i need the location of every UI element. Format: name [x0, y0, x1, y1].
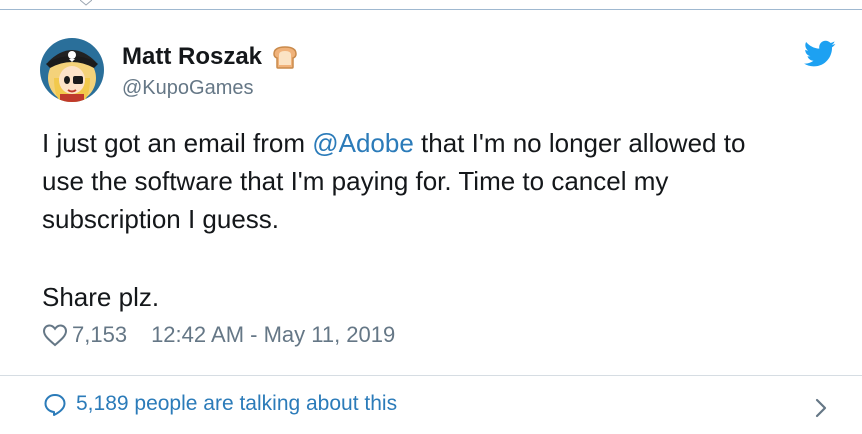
speech-bubble-icon — [44, 394, 66, 416]
tweet-text-line: subscription I guess. — [42, 204, 280, 234]
author-display-name[interactable]: Matt Roszak — [122, 43, 262, 71]
bread-icon — [273, 46, 297, 69]
like-count[interactable]: 7,153 — [72, 322, 127, 348]
pirate-avatar-icon — [40, 38, 104, 102]
author-name-row[interactable]: Matt Roszak — [122, 43, 300, 71]
conversation-count-text[interactable]: 5,189 people are talking about this — [76, 392, 397, 416]
tweet-text-segment: I just got an email from — [42, 128, 313, 158]
heart-outline-icon[interactable] — [42, 323, 68, 347]
author-handle[interactable]: @KupoGames — [122, 77, 253, 100]
tweet-text-line: use the software that I'm paying for. Ti… — [42, 166, 669, 196]
tweet-text-line: I just got an email from @Adobe that I'm… — [42, 124, 832, 162]
avatar[interactable] — [40, 38, 104, 102]
chevron-right-icon[interactable] — [812, 396, 830, 420]
tweet-timestamp[interactable]: 12:42 AM - May 11, 2019 — [151, 322, 395, 348]
mention-link-adobe[interactable]: @Adobe — [312, 128, 414, 158]
tweet-text-segment: that I'm no longer allowed to — [413, 128, 746, 158]
top-edge-mark — [80, 0, 92, 6]
tweet-text: I just got an email from @Adobe that I'm… — [42, 124, 832, 238]
twitter-bird-icon[interactable] — [804, 40, 836, 68]
tweet-meta-row: 7,153 12:42 AM - May 11, 2019 — [42, 322, 395, 348]
top-divider — [0, 9, 862, 10]
tweet-share-line: Share plz. — [42, 282, 160, 312]
embedded-tweet-card: Matt Roszak @KupoGames I just got an ema… — [0, 0, 862, 434]
footer-divider — [0, 375, 862, 376]
conversation-link[interactable]: 5,189 people are talking about this — [42, 392, 397, 416]
